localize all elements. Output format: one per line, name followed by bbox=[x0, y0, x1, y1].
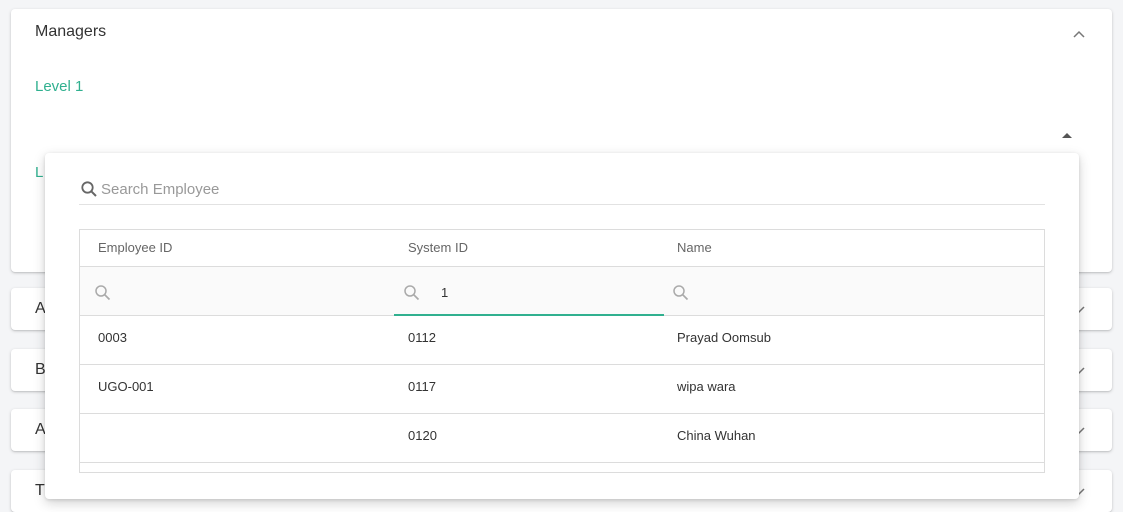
page: Managers Level 1 L A B A T Search Employ… bbox=[0, 0, 1123, 512]
search-icon bbox=[404, 285, 420, 301]
employee-id-cell bbox=[98, 414, 398, 462]
column-header-employee-id[interactable]: Employee ID bbox=[98, 230, 398, 266]
column-header-system-id[interactable]: System ID bbox=[408, 230, 658, 266]
search-icon bbox=[95, 285, 111, 301]
system-id-cell: 0112 bbox=[408, 330, 436, 345]
table-header: Employee ID System ID Name bbox=[80, 230, 1044, 267]
panel-title[interactable]: Managers bbox=[35, 23, 106, 41]
level-2-label: L bbox=[35, 164, 44, 181]
search-icon bbox=[81, 181, 97, 197]
employee-dropdown: Employee ID System ID Name bbox=[45, 153, 1079, 499]
column-header-name[interactable]: Name bbox=[677, 230, 1027, 266]
level-1-label: Level 1 bbox=[35, 78, 84, 95]
caret-up-icon[interactable] bbox=[1062, 133, 1072, 138]
panel-title: T bbox=[35, 482, 45, 499]
name-cell: Prayad Oomsub bbox=[677, 330, 771, 345]
name-filter-input[interactable] bbox=[698, 281, 1018, 303]
employee-id-cell: UGO-001 bbox=[98, 379, 154, 394]
system-id-cell: 0120 bbox=[408, 428, 437, 443]
chevron-up-icon[interactable] bbox=[1072, 27, 1086, 41]
search-icon bbox=[673, 285, 689, 301]
table-row[interactable]: 0120 China Wuhan bbox=[80, 414, 1044, 463]
table-row-partial[interactable] bbox=[80, 463, 1044, 472]
search-employee-input[interactable] bbox=[101, 178, 1031, 200]
employee-id-filter-input[interactable] bbox=[120, 281, 380, 303]
filter-row bbox=[80, 267, 1044, 316]
table-row[interactable]: UGO-001 0117 wipa wara bbox=[80, 365, 1044, 414]
employee-id-cell: 0003 bbox=[98, 330, 127, 345]
name-cell: China Wuhan bbox=[677, 428, 756, 443]
system-id-filter-input[interactable] bbox=[441, 281, 651, 303]
system-id-cell: 0117 bbox=[408, 379, 436, 394]
table-row[interactable]: 0003 0112 Prayad Oomsub bbox=[80, 316, 1044, 365]
employee-table: Employee ID System ID Name 1 0003 0112 P… bbox=[79, 229, 1045, 473]
name-cell: wipa wara bbox=[677, 379, 736, 394]
employee-search bbox=[79, 175, 1045, 205]
